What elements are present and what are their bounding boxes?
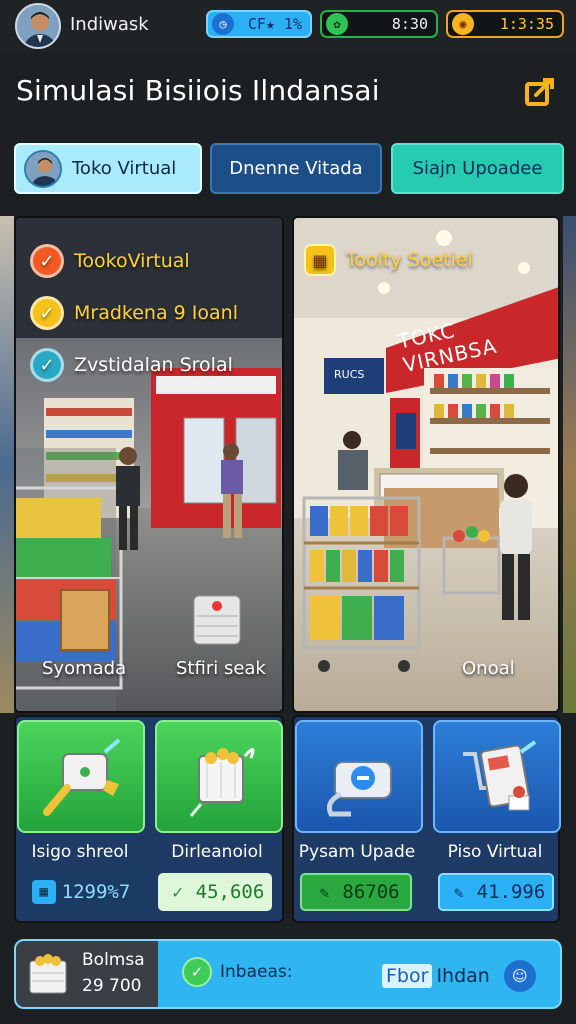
store-badge-label: Toolty Soetiel xyxy=(346,249,473,271)
scene-caption: Stfiri seak xyxy=(176,658,266,679)
action-label: Ihdan xyxy=(436,965,490,987)
tile-value-text: 1299%7 xyxy=(61,881,131,903)
tab-label: Toko Virtual xyxy=(72,158,177,179)
stat-pill-time[interactable]: ◷ CF★ 1% xyxy=(206,10,312,38)
tile-value: ✓ 45,606 xyxy=(158,873,272,911)
pencil-icon: ✎ xyxy=(319,882,330,902)
page-title: Simulasi Bisiiois Ilndansai xyxy=(16,74,380,107)
leaf-icon: ✿ xyxy=(326,13,348,35)
tile-value-text: 86706 xyxy=(342,881,400,903)
coin-stack-icon xyxy=(29,954,67,994)
check-circle-icon: ✓ xyxy=(30,348,64,382)
calculator-icon: ▦ xyxy=(31,880,56,904)
username: Indiwask xyxy=(70,14,149,35)
previous-card-peek[interactable] xyxy=(0,216,14,713)
action-tag: Fbor xyxy=(382,964,433,988)
shopping-cart-icon xyxy=(463,739,537,810)
check-circle-icon: ✓ xyxy=(30,244,64,278)
scene-caption: Onoal xyxy=(462,658,515,679)
store-interior-illustration xyxy=(294,218,558,711)
tile-label: Isigo shreol xyxy=(31,842,129,862)
edit-icon xyxy=(525,78,554,106)
user-avatar[interactable] xyxy=(15,3,61,49)
gift-icon: ◉ xyxy=(452,13,474,35)
tile-label: Pysam Upade xyxy=(298,842,416,862)
tile-value: ▦ 1299%7 xyxy=(22,873,140,911)
cheese-tool-icon xyxy=(43,737,121,816)
action-tile[interactable] xyxy=(433,720,561,833)
store-badge: ▦ Toolty Soetiel xyxy=(304,244,473,276)
store-scene-left[interactable]: ✓ TookoVirtual ✓ Mradkena 9 Ioanl ✓ Zvst… xyxy=(14,216,284,713)
bottom-bar: Bolmsa 29 700 ✓ Inbaeas: Fbor Ihdan ☺ xyxy=(14,939,562,1009)
checklist-label: Mradkena 9 Ioanl xyxy=(74,302,238,324)
scene-caption: Syomada xyxy=(42,658,127,679)
balance-value: 29 700 xyxy=(82,976,142,996)
action-tile[interactable] xyxy=(17,720,145,833)
action-button[interactable]: Fbor Ihdan ☺ xyxy=(382,960,536,992)
checklist-item: ✓ TookoVirtual xyxy=(30,244,190,278)
tab-toko-virtual[interactable]: Toko Virtual xyxy=(14,143,202,194)
tile-label: Dirleanoiol xyxy=(171,842,263,862)
checklist-label: Zvstidalan Srolal xyxy=(74,354,233,376)
stat-pill-energy[interactable]: ✿ 8:30 xyxy=(320,10,438,38)
stat-value: CF★ 1% xyxy=(247,15,302,33)
next-card-peek[interactable] xyxy=(563,216,576,713)
action-tile[interactable] xyxy=(295,720,423,833)
balance-label: Bolmsa xyxy=(82,950,145,970)
clock-icon: ◷ xyxy=(212,13,234,35)
padlock-icon xyxy=(326,760,392,816)
stat-pill-reward[interactable]: ◉ 1:3:35 xyxy=(446,10,564,38)
balance-panel[interactable]: Bolmsa 29 700 xyxy=(16,941,158,1007)
check-circle-icon: ✓ xyxy=(30,296,64,330)
tile-value: ✎ 86706 xyxy=(300,873,412,911)
register-icon: ▦ xyxy=(304,244,336,276)
status-text: Inbaeas: xyxy=(220,962,293,982)
tile-label: Piso Virtual xyxy=(447,842,543,862)
tab-dnenne-vitada[interactable]: Dnenne Vitada xyxy=(210,143,382,194)
tab-label: Dnenne Vitada xyxy=(229,158,363,179)
checklist-label: TookoVirtual xyxy=(74,250,190,272)
shelf-sign: RUCS xyxy=(334,368,365,381)
store-scene-right[interactable]: ▦ Toolty Soetiel TOKC VIRNBSA RUCS Onoal xyxy=(292,216,560,713)
basket-icon xyxy=(189,747,255,817)
check-badge-icon: ✓ xyxy=(182,957,212,987)
tile-value-text: 45,606 xyxy=(195,881,265,903)
stat-value: 8:30 xyxy=(391,15,428,33)
checklist-item: ✓ Zvstidalan Srolal xyxy=(30,348,233,382)
tab-label: Siajn Upoadee xyxy=(412,158,543,179)
action-tile[interactable] xyxy=(155,720,283,833)
check-icon: ✓ xyxy=(172,881,184,903)
avatar xyxy=(24,149,62,188)
stat-value: 1:3:35 xyxy=(499,15,554,33)
smile-icon: ☺ xyxy=(503,960,536,992)
status-indicator[interactable]: ✓ Inbaeas: xyxy=(182,957,292,987)
tile-value-text: 41.996 xyxy=(476,881,546,903)
tab-siajn-upoadee[interactable]: Siajn Upoadee xyxy=(391,143,564,194)
edit-button[interactable] xyxy=(522,74,558,110)
store-interior-illustration xyxy=(16,218,282,711)
top-bar: Indiwask ◷ CF★ 1% ✿ 8:30 ◉ 1:3:35 xyxy=(0,0,576,52)
tile-value: ✎ 41.996 xyxy=(438,873,554,911)
checklist-item: ✓ Mradkena 9 Ioanl xyxy=(30,296,238,330)
pencil-icon: ✎ xyxy=(453,882,464,902)
